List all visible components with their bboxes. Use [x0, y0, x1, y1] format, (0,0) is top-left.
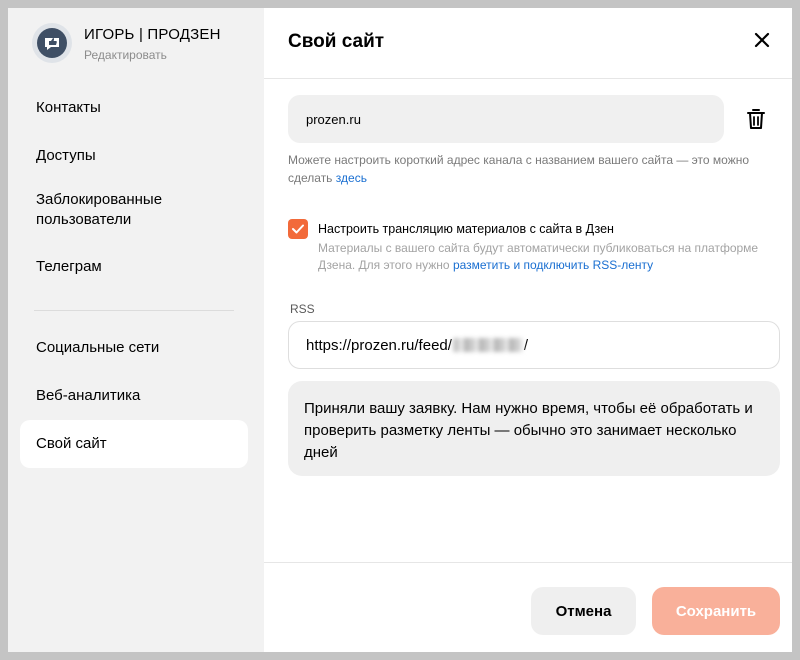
- close-button[interactable]: [750, 28, 774, 52]
- short-address-hint: Можете настроить короткий адрес канала с…: [288, 151, 788, 187]
- rss-value-suffix: /: [523, 336, 529, 354]
- redacted-segment: [452, 338, 523, 352]
- settings-dialog: ИГОРЬ | ПРОДЗЕН Редактировать Контакты Д…: [8, 8, 792, 652]
- sidebar-item-access[interactable]: Доступы: [20, 132, 248, 180]
- avatar[interactable]: [32, 23, 72, 63]
- site-address-value: prozen.ru: [306, 111, 361, 127]
- broadcast-description: Материалы с вашего сайта будут автоматич…: [318, 240, 768, 274]
- channel-profile: ИГОРЬ | ПРОДЗЕН Редактировать: [32, 23, 221, 63]
- checkmark-icon: [292, 224, 304, 234]
- sidebar-item-telegram[interactable]: Телеграм: [20, 248, 248, 296]
- settings-nav: Контакты Доступы Заблокированные пользов…: [20, 84, 248, 468]
- sidebar-item-own-site[interactable]: Свой сайт: [20, 420, 248, 468]
- sidebar-item-social[interactable]: Социальные сети: [20, 324, 248, 372]
- save-button[interactable]: Сохранить: [652, 587, 780, 635]
- broadcast-label[interactable]: Настроить трансляцию материалов с сайта …: [318, 222, 614, 236]
- thumbs-up-chat-icon: [37, 28, 67, 58]
- profile-info: ИГОРЬ | ПРОДЗЕН Редактировать: [84, 23, 221, 62]
- channel-name: ИГОРЬ | ПРОДЗЕН: [84, 26, 221, 43]
- page-title: Свой сайт: [288, 31, 385, 52]
- hint-link[interactable]: здесь: [336, 171, 367, 185]
- sidebar: ИГОРЬ | ПРОДЗЕН Редактировать Контакты Д…: [8, 8, 264, 652]
- delete-site-button[interactable]: [744, 107, 768, 131]
- sidebar-item-contacts[interactable]: Контакты: [20, 84, 248, 132]
- rss-label: RSS: [290, 302, 315, 316]
- close-icon: [754, 32, 770, 48]
- main-panel: Свой сайт prozen.ru Можете настроить кор…: [264, 8, 792, 652]
- rss-input[interactable]: https://prozen.ru/feed/ /: [288, 321, 780, 369]
- trash-icon: [747, 109, 765, 129]
- edit-profile-link[interactable]: Редактировать: [84, 48, 221, 62]
- rss-value-prefix: https://prozen.ru/feed/: [306, 336, 452, 354]
- header-divider: [264, 78, 792, 79]
- sidebar-item-blocked-users[interactable]: Заблокированные пользователи: [20, 180, 210, 248]
- cancel-button[interactable]: Отмена: [531, 587, 636, 635]
- request-notice: Приняли вашу заявку. Нам нужно время, чт…: [288, 381, 780, 476]
- sidebar-item-analytics[interactable]: Веб-аналитика: [20, 372, 248, 420]
- broadcast-checkbox[interactable]: [288, 219, 308, 239]
- site-address-field[interactable]: prozen.ru: [288, 95, 724, 143]
- footer-divider: [264, 562, 792, 563]
- rss-setup-link[interactable]: разметить и подключить RSS-ленту: [453, 258, 653, 272]
